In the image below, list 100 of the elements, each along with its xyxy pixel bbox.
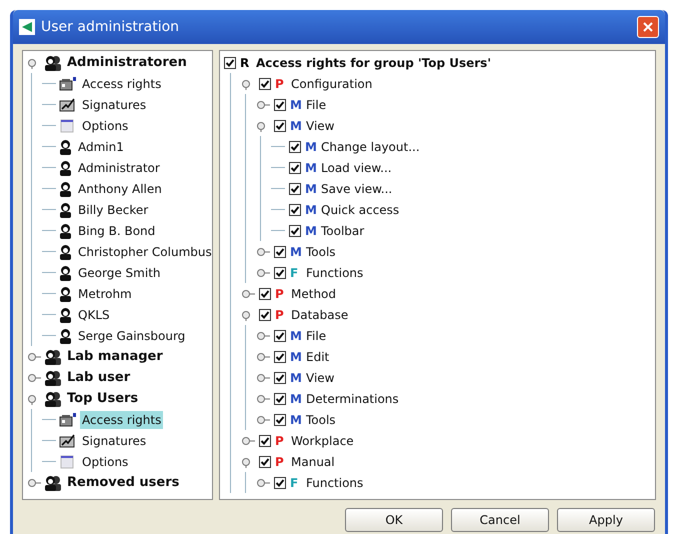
tree-item[interactable]: Options (80, 452, 130, 470)
checkbox[interactable] (274, 372, 286, 384)
checkbox[interactable] (274, 98, 286, 110)
checkbox[interactable] (259, 434, 271, 446)
collapsed-node-icon[interactable] (27, 372, 41, 384)
tree-item[interactable]: Options (80, 116, 130, 134)
collapsed-node-icon[interactable] (241, 434, 255, 446)
type-letter: M (305, 138, 317, 156)
tree-item[interactable]: Manual (291, 452, 335, 470)
user-icon (59, 244, 73, 260)
tree-item[interactable]: Metrohm (76, 284, 134, 302)
tree-item[interactable]: Anthony Allen (76, 180, 164, 198)
collapsed-node-icon[interactable] (256, 392, 270, 404)
tree-item[interactable]: Access rights for group 'Top Users' (256, 54, 491, 72)
tree-item[interactable]: Bing B. Bond (76, 222, 158, 240)
tree-item[interactable]: Load view... (321, 158, 392, 176)
collapsed-node-icon[interactable] (256, 350, 270, 362)
tree-item[interactable]: Save view... (321, 180, 392, 198)
dialog-button[interactable]: Cancel (451, 508, 549, 532)
checkbox[interactable] (259, 456, 271, 468)
tree-item[interactable]: Database (291, 306, 348, 324)
tree-item[interactable]: Functions (306, 474, 364, 492)
tree-item[interactable]: Lab user (65, 368, 132, 388)
user-icon (59, 328, 73, 344)
type-letter: F (290, 474, 300, 492)
tree-item[interactable]: QKLS (76, 306, 112, 324)
checkbox[interactable] (259, 288, 271, 300)
tree-item[interactable]: Christopher Columbus (76, 242, 212, 260)
type-letter: M (290, 348, 302, 366)
type-letter: M (305, 180, 317, 198)
tree-item[interactable]: Workplace (291, 432, 354, 450)
type-letter: M (305, 202, 317, 218)
tree-item[interactable]: Edit (306, 348, 330, 366)
checkbox[interactable] (289, 182, 301, 194)
user-icon (59, 202, 73, 218)
user-group-icon (44, 348, 62, 364)
checkbox[interactable] (274, 120, 286, 132)
collapsed-node-icon[interactable] (241, 288, 255, 300)
tree-item[interactable]: Removed users (65, 472, 182, 492)
checkbox[interactable] (259, 308, 271, 320)
tree-item[interactable]: File (306, 96, 326, 114)
tree-item[interactable]: Signatures (80, 96, 148, 114)
tree-item[interactable]: Change layout... (321, 138, 420, 156)
tree-item[interactable]: Administrator (76, 158, 162, 176)
tree-item[interactable]: View (306, 116, 334, 134)
tree-item[interactable]: Quick access (321, 200, 400, 218)
checkbox[interactable] (224, 56, 236, 68)
tree-item[interactable]: Configuration (291, 74, 372, 92)
checkbox[interactable] (289, 224, 301, 236)
tree-item[interactable]: Determinations (306, 390, 399, 408)
type-letter: F (290, 264, 300, 282)
tree-item[interactable]: Billy Becker (76, 200, 150, 218)
tree-item[interactable]: File (306, 326, 326, 344)
tree-item[interactable]: Administratoren (65, 52, 189, 72)
type-letter: P (275, 306, 285, 324)
collapsed-node-icon[interactable] (256, 266, 270, 278)
checkbox[interactable] (274, 392, 286, 404)
checkbox[interactable] (289, 162, 301, 174)
tree-item[interactable]: Access rights (80, 74, 164, 92)
access-rights-icon (59, 412, 77, 426)
dialog-button[interactable]: Apply (557, 508, 655, 532)
user-icon (59, 180, 73, 196)
user-icon (59, 222, 73, 238)
checkbox[interactable] (259, 78, 271, 90)
collapsed-node-icon[interactable] (27, 476, 41, 488)
tree-item[interactable]: George Smith (76, 264, 163, 282)
collapsed-node-icon[interactable] (27, 350, 41, 362)
tree-item[interactable]: Signatures (80, 432, 148, 450)
collapsed-node-icon[interactable] (256, 98, 270, 110)
collapsed-node-icon[interactable] (256, 330, 270, 342)
type-letter: P (275, 286, 285, 302)
type-letter: M (290, 370, 302, 386)
tree-item[interactable]: Lab manager (65, 346, 165, 366)
close-button[interactable] (637, 16, 659, 38)
tree-item[interactable]: Access rights (80, 410, 164, 428)
tree-item[interactable]: Tools (306, 242, 336, 260)
tree-item[interactable]: Top Users (65, 388, 140, 408)
checkbox[interactable] (289, 140, 301, 152)
collapsed-node-icon[interactable] (256, 476, 270, 488)
tree-item[interactable]: Toolbar (321, 222, 364, 240)
checkbox[interactable] (274, 476, 286, 488)
type-letter: M (290, 118, 302, 134)
checkbox[interactable] (274, 330, 286, 342)
tree-item[interactable]: Method (291, 284, 336, 302)
tree-item[interactable]: Tools (306, 410, 336, 428)
user-icon (59, 138, 73, 154)
checkbox[interactable] (289, 204, 301, 216)
tree-item[interactable]: View (306, 368, 334, 386)
checkbox[interactable] (274, 246, 286, 258)
checkbox[interactable] (274, 350, 286, 362)
collapsed-node-icon[interactable] (256, 414, 270, 426)
collapsed-node-icon[interactable] (256, 372, 270, 384)
collapsed-node-icon[interactable] (256, 246, 270, 258)
tree-item[interactable]: Admin1 (76, 138, 126, 156)
tree-item[interactable]: Functions (306, 264, 364, 282)
dialog-button[interactable]: OK (345, 508, 443, 532)
tree-item[interactable]: Serge Gainsbourg (76, 326, 188, 344)
checkbox[interactable] (274, 266, 286, 278)
user-icon (59, 264, 73, 280)
checkbox[interactable] (274, 414, 286, 426)
